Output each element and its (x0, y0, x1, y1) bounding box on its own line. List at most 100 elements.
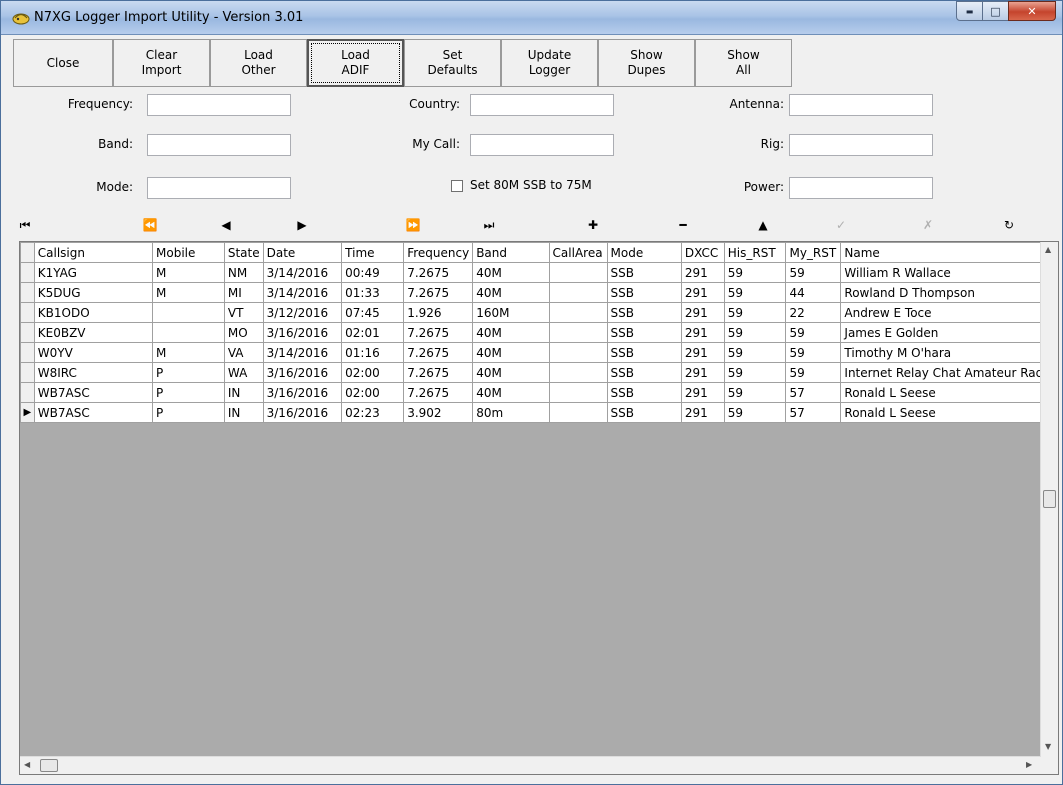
table-cell[interactable]: 59 (723, 402, 787, 423)
table-cell[interactable]: VT (223, 302, 264, 323)
table-cell[interactable]: 57 (785, 382, 842, 403)
table-row[interactable]: K5DUG M MI 3/14/2016 01:33 7.2675 40M SSB 291 59 4… (20, 282, 1058, 303)
table-cell[interactable]: 22 (785, 302, 842, 323)
table-cell[interactable]: 7.2675 (403, 282, 474, 303)
table-cell[interactable]: 3/16/2016 (262, 382, 343, 403)
table-cell[interactable]: 291 (680, 322, 725, 343)
size-grip[interactable] (1041, 757, 1058, 774)
mode-field[interactable] (147, 177, 291, 199)
scroll-up-icon[interactable]: ▲ (1045, 245, 1051, 254)
table-cell[interactable]: 59 (785, 322, 842, 343)
post-edit-icon[interactable]: ✓ (831, 215, 851, 235)
clear-import-button[interactable]: Clear Import (113, 39, 210, 87)
delete-record-icon[interactable]: ━ (673, 215, 693, 235)
table-row[interactable]: KE0BZV MO 3/16/2016 02:01 7.2675 40M SSB 291 59 5… (20, 322, 1058, 343)
column-header[interactable]: Mobile (152, 242, 225, 263)
table-cell[interactable]: 59 (785, 342, 842, 363)
update-logger-button[interactable]: Update Logger (501, 39, 598, 87)
antenna-field[interactable] (789, 94, 933, 116)
table-cell[interactable]: 02:23 (341, 402, 405, 423)
next-page-icon[interactable]: ⏩ (403, 215, 423, 235)
column-header[interactable]: Mode (606, 242, 682, 263)
title-bar[interactable]: N7XG Logger Import Utility - Version 3.0… (1, 1, 1062, 35)
next-record-icon[interactable]: ▶ (292, 215, 312, 235)
close-button[interactable]: Close (13, 39, 113, 87)
column-header[interactable]: State (223, 242, 264, 263)
table-cell[interactable]: James E Golden (840, 322, 1058, 343)
set-80m-label[interactable]: Set 80M SSB to 75M (470, 178, 592, 192)
table-cell[interactable]: KB1ODO (33, 302, 154, 323)
load-adif-button[interactable]: Load ADIF (307, 39, 404, 87)
table-cell[interactable]: 59 (723, 362, 787, 383)
table-cell[interactable]: SSB (606, 362, 682, 383)
table-cell[interactable]: 59 (785, 262, 842, 283)
table-cell[interactable]: 80m (472, 402, 550, 423)
table-cell[interactable]: WA (223, 362, 264, 383)
column-header[interactable]: Name (840, 242, 1058, 263)
scroll-right-icon[interactable]: ▶ (1026, 760, 1032, 769)
row-indicator[interactable] (20, 322, 35, 343)
table-cell[interactable]: Ronald L Seese (840, 402, 1058, 423)
table-cell[interactable]: 59 (723, 322, 787, 343)
table-cell[interactable]: NM (223, 262, 264, 283)
table-row[interactable]: KB1ODO VT 3/12/2016 07:45 1.926 160M SSB 291 59 2… (20, 302, 1058, 323)
window-close-button[interactable]: ✕ (1008, 1, 1056, 21)
table-cell[interactable]: SSB (606, 342, 682, 363)
table-cell[interactable]: 02:01 (341, 322, 405, 343)
first-record-icon[interactable]: ⏮ (15, 215, 35, 235)
table-cell[interactable]: 291 (680, 382, 725, 403)
table-cell[interactable]: 3.902 (403, 402, 474, 423)
band-field[interactable] (147, 134, 291, 156)
table-cell[interactable]: SSB (606, 402, 682, 423)
table-cell[interactable] (152, 302, 225, 323)
table-cell[interactable]: M (152, 342, 225, 363)
column-header[interactable]: His_RST (723, 242, 787, 263)
table-cell[interactable]: 40M (472, 342, 550, 363)
table-cell[interactable]: IN (223, 402, 264, 423)
table-cell[interactable]: M (152, 262, 225, 283)
table-row[interactable]: W8IRC P WA 3/16/2016 02:00 7.2675 40M SSB 291 59 5… (20, 362, 1058, 383)
table-cell[interactable]: 59 (785, 362, 842, 383)
rig-field[interactable] (789, 134, 933, 156)
table-cell[interactable]: WB7ASC (33, 402, 154, 423)
edit-record-icon[interactable]: ▲ (753, 215, 773, 235)
table-cell[interactable] (548, 362, 608, 383)
table-cell[interactable]: 40M (472, 322, 550, 343)
table-cell[interactable]: 291 (680, 302, 725, 323)
row-indicator[interactable] (20, 382, 35, 403)
table-row[interactable]: K1YAG M NM 3/14/2016 00:49 7.2675 40M SSB 291 59 5… (20, 262, 1058, 283)
scroll-down-icon[interactable]: ▼ (1045, 742, 1051, 751)
table-cell[interactable]: 3/16/2016 (262, 322, 343, 343)
table-cell[interactable]: 7.2675 (403, 262, 474, 283)
table-cell[interactable]: SSB (606, 262, 682, 283)
table-cell[interactable]: SSB (606, 322, 682, 343)
table-cell[interactable]: 57 (785, 402, 842, 423)
table-cell[interactable]: 59 (723, 382, 787, 403)
last-record-icon[interactable]: ⏭ (479, 215, 499, 235)
table-cell[interactable]: 7.2675 (403, 322, 474, 343)
table-cell[interactable] (548, 382, 608, 403)
table-row[interactable]: ▶ WB7ASC P IN 3/16/2016 02:23 3.902 80m SSB 291 59… (20, 402, 1058, 423)
table-cell[interactable]: SSB (606, 302, 682, 323)
table-cell[interactable]: 00:49 (341, 262, 405, 283)
table-cell[interactable]: P (152, 402, 225, 423)
table-cell[interactable]: 7.2675 (403, 362, 474, 383)
table-row[interactable]: WB7ASC P IN 3/16/2016 02:00 7.2675 40M SSB 291 59… (20, 382, 1058, 403)
table-cell[interactable]: Andrew E Toce (840, 302, 1058, 323)
table-cell[interactable]: KE0BZV (33, 322, 154, 343)
table-cell[interactable]: 3/14/2016 (262, 262, 343, 283)
table-cell[interactable]: 40M (472, 262, 550, 283)
prior-record-icon[interactable]: ◀ (216, 215, 236, 235)
column-header[interactable]: Band (472, 242, 550, 263)
table-cell[interactable]: 1.926 (403, 302, 474, 323)
table-cell[interactable]: Internet Relay Chat Amateur Radio (840, 362, 1058, 383)
table-cell[interactable]: K5DUG (33, 282, 154, 303)
table-cell[interactable]: WB7ASC (33, 382, 154, 403)
row-indicator[interactable] (20, 362, 35, 383)
table-cell[interactable]: 3/14/2016 (262, 282, 343, 303)
show-all-button[interactable]: Show All (695, 39, 792, 87)
insert-record-icon[interactable]: ✚ (583, 215, 603, 235)
table-cell[interactable]: 3/16/2016 (262, 402, 343, 423)
horizontal-scroll-thumb[interactable] (40, 759, 58, 772)
row-indicator[interactable] (20, 262, 35, 283)
